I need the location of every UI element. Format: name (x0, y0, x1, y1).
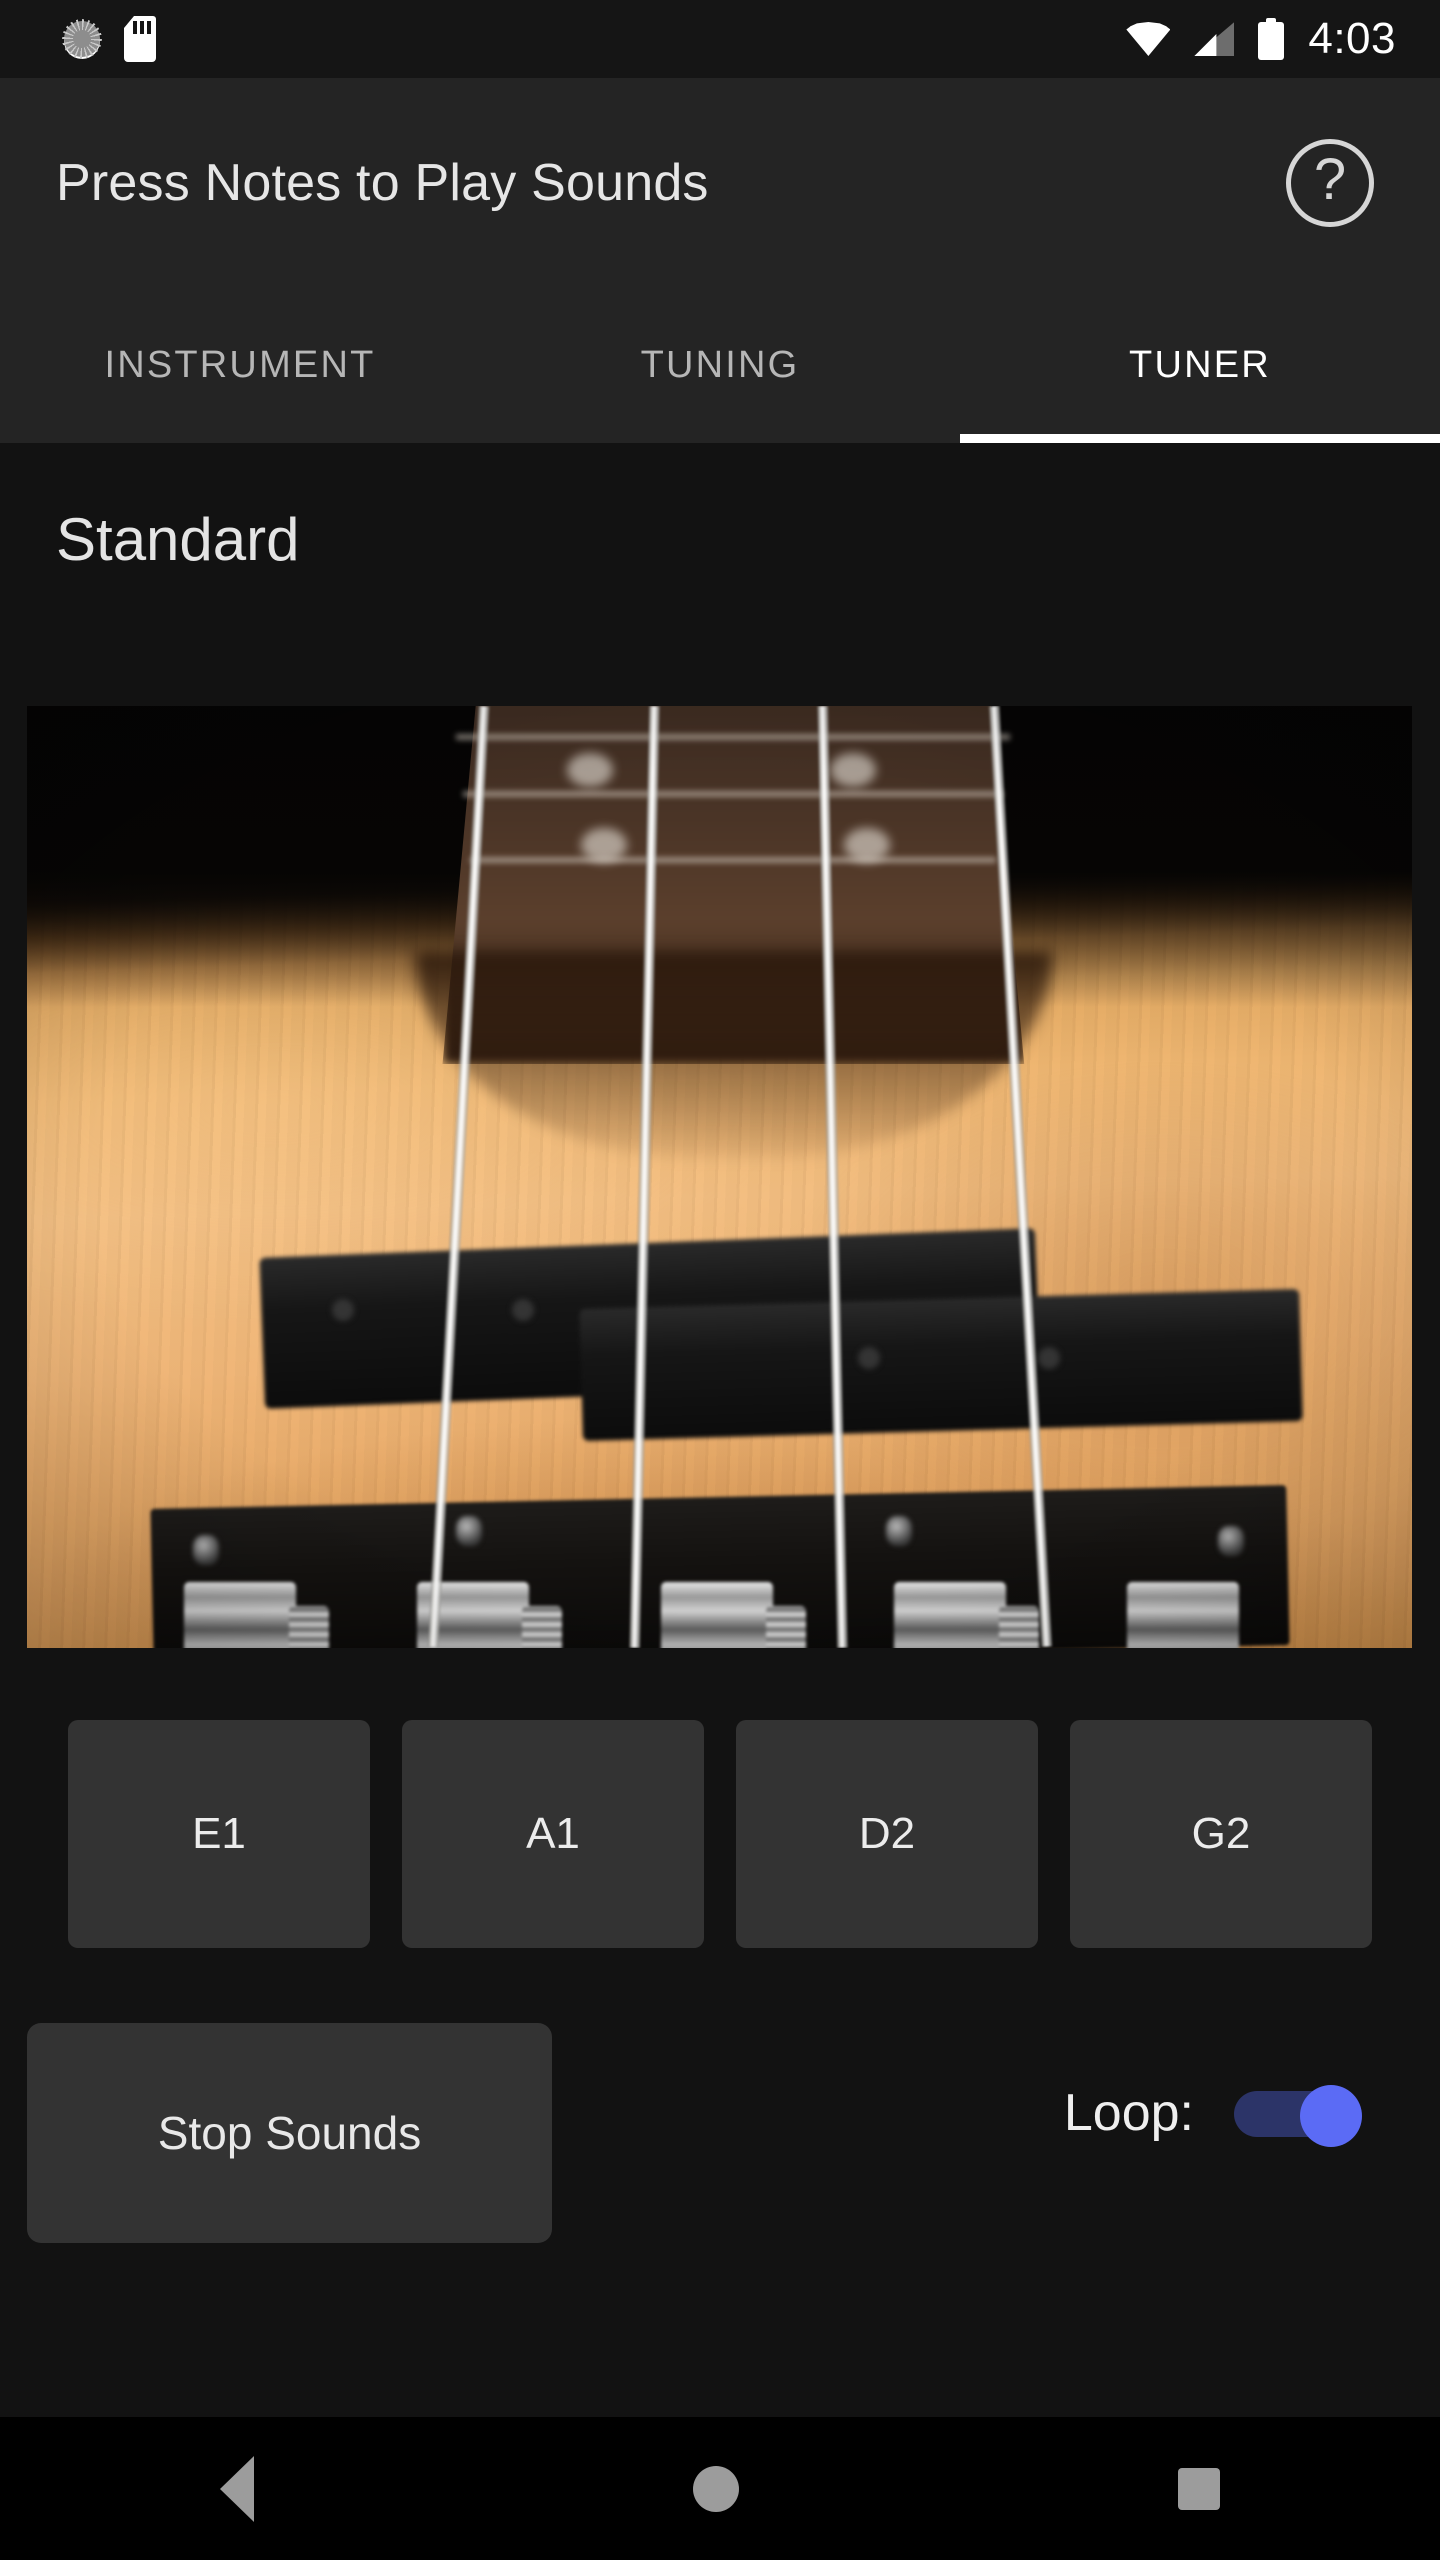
note-button-e1[interactable]: E1 (68, 1720, 370, 1948)
bass-guitar-photo (27, 706, 1412, 1648)
app-screen: 4:03 Press Notes to Play Sounds ? INSTRU… (0, 0, 1440, 2560)
tab-active-indicator (960, 434, 1440, 443)
status-bar-left-icons (0, 16, 156, 62)
home-nav-button[interactable] (692, 2465, 739, 2512)
recent-apps-nav-button[interactable] (1178, 2467, 1221, 2510)
tuner-content: Standard E1 A1 D2 G2 Stop Sounds Loop: (0, 443, 1440, 2417)
loop-toggle-switch[interactable] (1234, 2085, 1362, 2147)
screenshot-icon (62, 19, 102, 59)
note-button-d2[interactable]: D2 (736, 1720, 1038, 1948)
loop-label: Loop: (1063, 2084, 1194, 2142)
note-button-g2[interactable]: G2 (1070, 1720, 1372, 1948)
tab-tuning-label: TUNING (640, 344, 800, 386)
stop-sounds-button[interactable]: Stop Sounds (27, 2023, 552, 2243)
tab-tuner-label: TUNER (1129, 344, 1271, 386)
cellular-signal-icon (1194, 22, 1235, 56)
tab-tuning[interactable]: TUNING (480, 288, 960, 443)
loop-control: Loop: (1063, 2083, 1362, 2147)
back-nav-button[interactable] (219, 2455, 254, 2522)
status-bar-clock: 4:03 (1308, 14, 1396, 63)
page-title: Press Notes to Play Sounds (56, 154, 709, 212)
battery-icon (1258, 18, 1285, 60)
system-navigation-bar (0, 2417, 1440, 2560)
tab-tuner[interactable]: TUNER (960, 288, 1440, 443)
help-icon-glyph: ? (1313, 147, 1347, 212)
status-bar: 4:03 (0, 0, 1440, 78)
tab-bar: INSTRUMENT TUNING TUNER (0, 288, 1440, 443)
loop-toggle-thumb (1300, 2085, 1362, 2147)
note-button-a1[interactable]: A1 (402, 1720, 704, 1948)
wifi-icon (1126, 22, 1171, 56)
help-circle-icon[interactable]: ? (1286, 139, 1374, 227)
status-bar-right-icons: 4:03 (1126, 17, 1440, 61)
tuning-name-heading: Standard (56, 506, 300, 573)
app-bar: Press Notes to Play Sounds ? (0, 78, 1440, 288)
tab-instrument[interactable]: INSTRUMENT (0, 288, 480, 443)
tab-instrument-label: INSTRUMENT (104, 344, 376, 386)
note-buttons-row: E1 A1 D2 G2 (0, 1720, 1440, 1948)
sd-card-icon (124, 16, 156, 62)
